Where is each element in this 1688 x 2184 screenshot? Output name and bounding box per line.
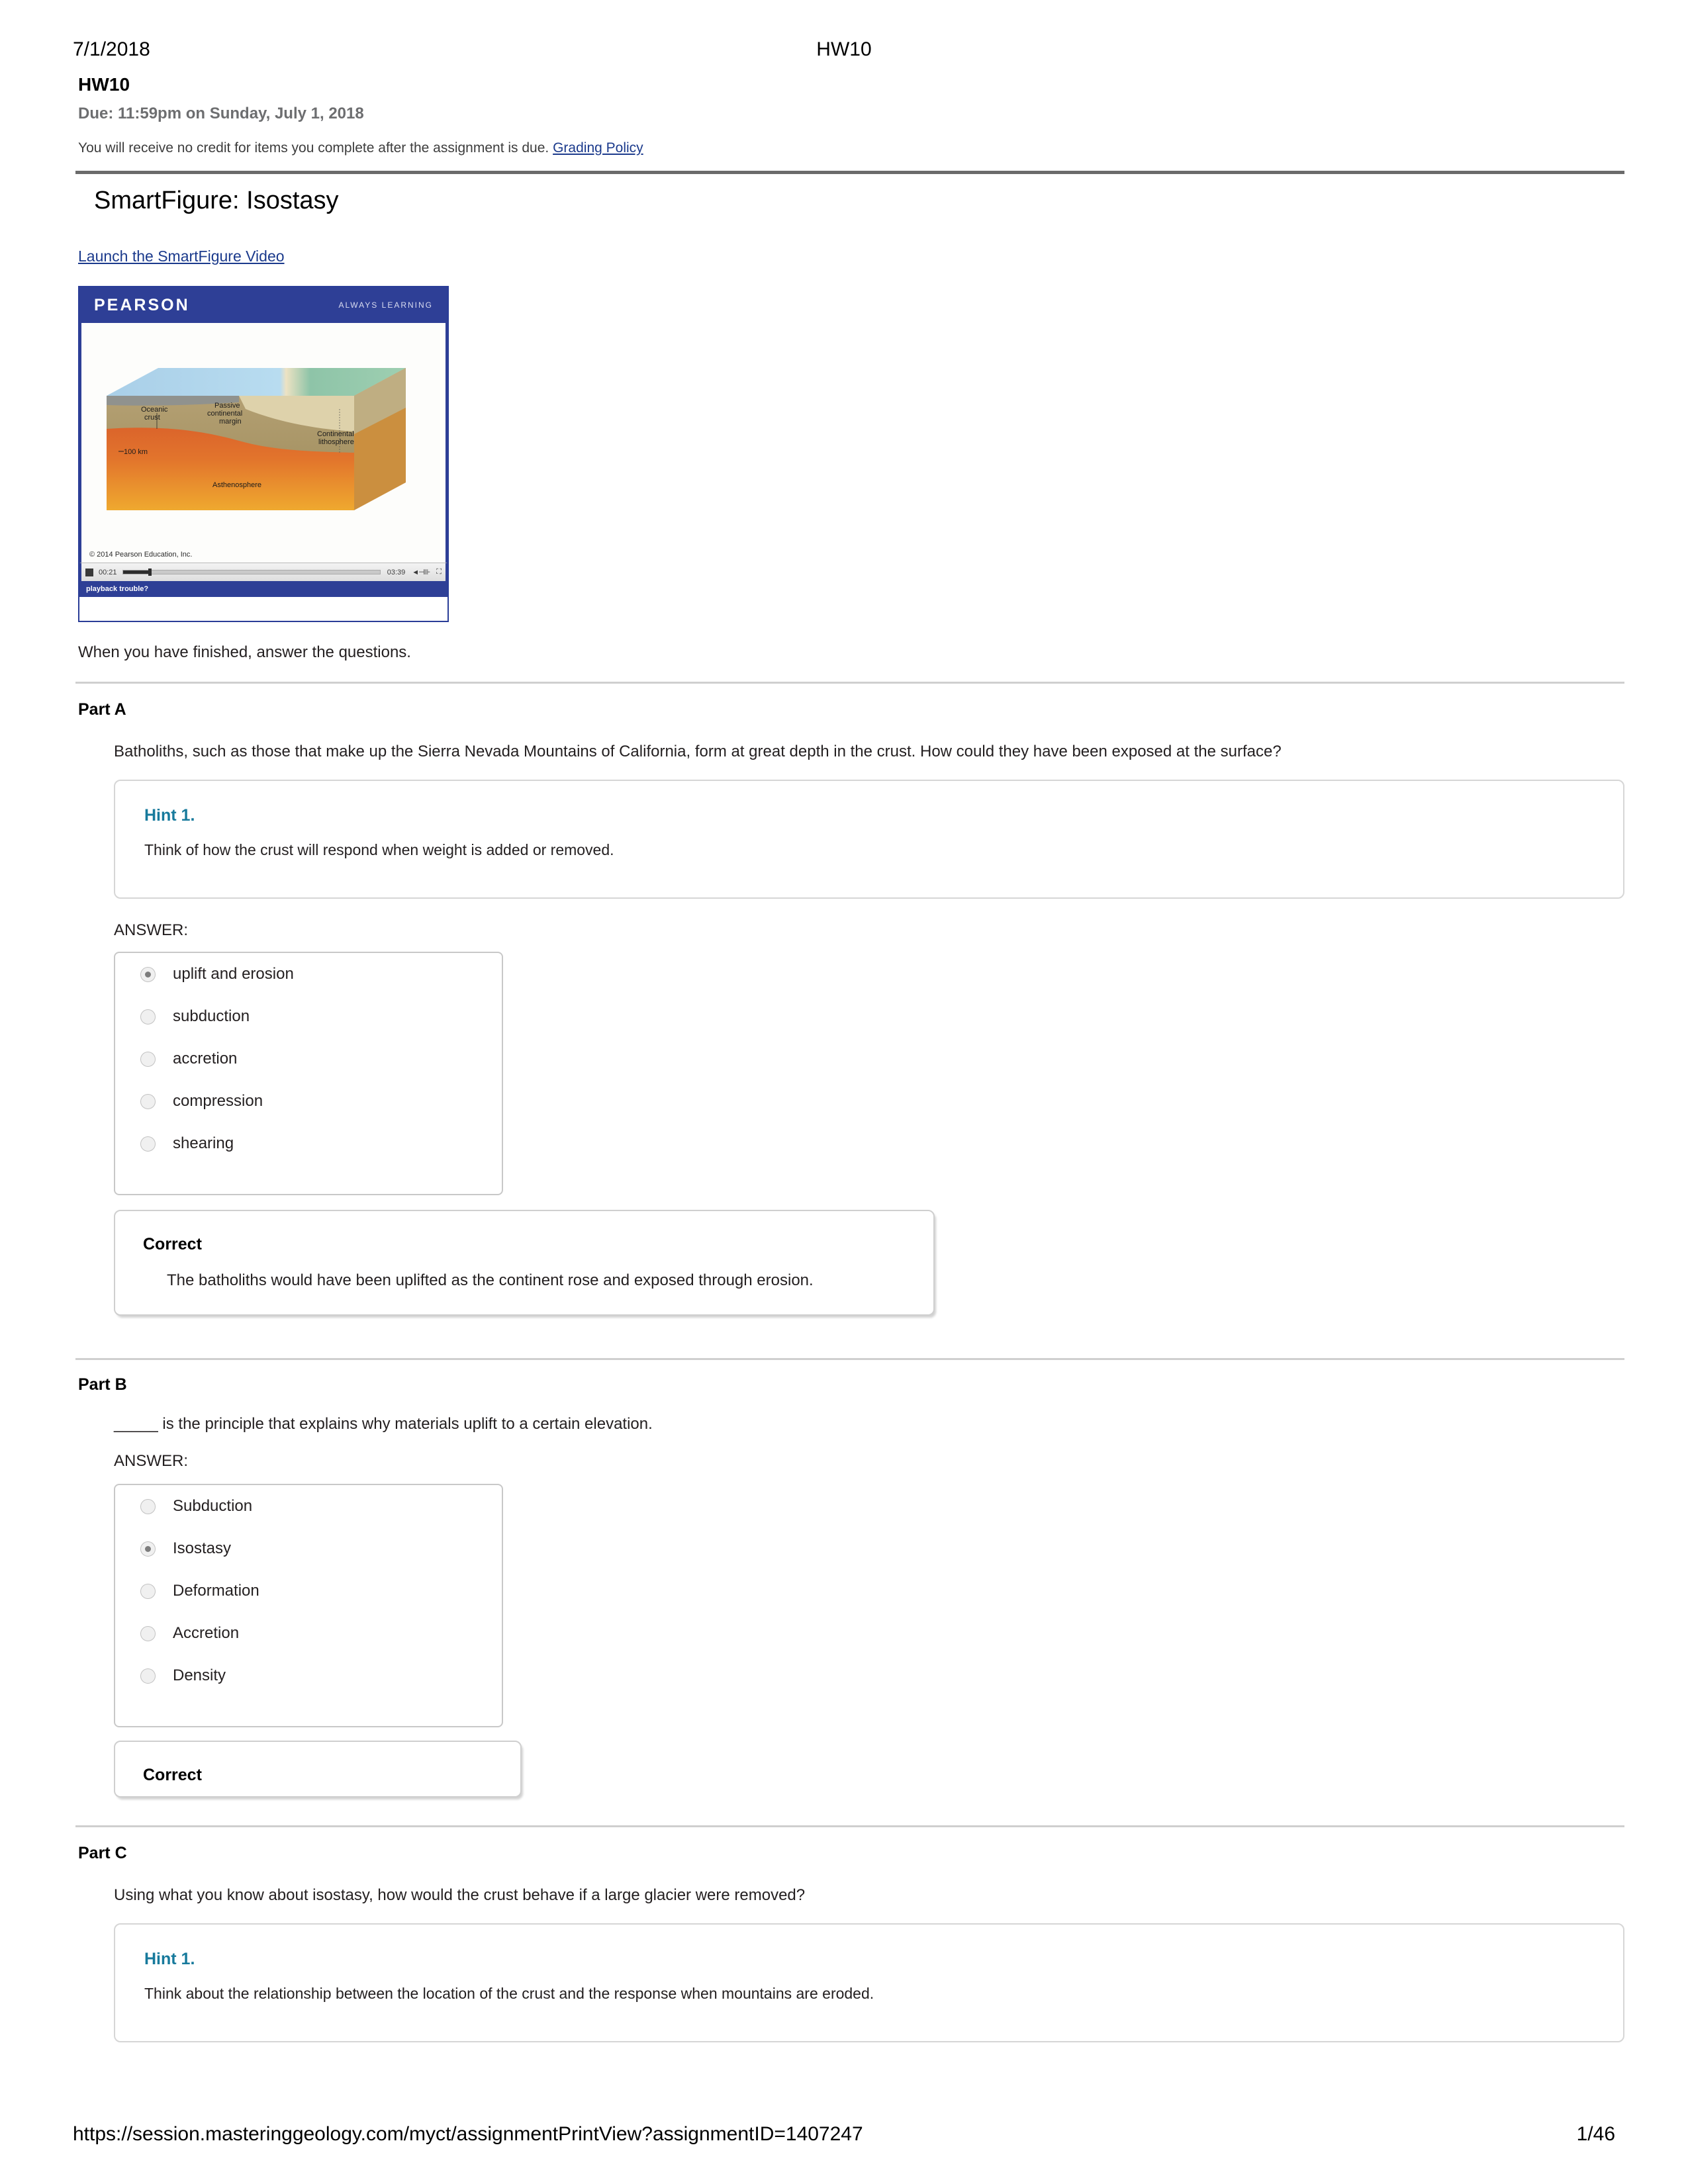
- option-label: subduction: [173, 1007, 250, 1025]
- radio-icon[interactable]: [140, 1498, 156, 1514]
- radio-icon[interactable]: [140, 966, 156, 982]
- svg-text:Passive: Passive: [214, 402, 240, 410]
- radio-icon[interactable]: [140, 1541, 156, 1557]
- assignment-policy-note: You will receive no credit for items you…: [78, 140, 1610, 156]
- option-label: uplift and erosion: [173, 965, 294, 983]
- part-a-correct-box: Correct The batholiths would have been u…: [114, 1210, 935, 1316]
- after-video-instruction: When you have finished, answer the quest…: [78, 643, 411, 661]
- option-label: Subduction: [173, 1497, 253, 1515]
- option-label: Deformation: [173, 1582, 259, 1600]
- part-b-option-1[interactable]: Isostasy: [115, 1527, 502, 1570]
- part-a-question: Batholiths, such as those that make up t…: [114, 743, 1282, 760]
- option-label: Accretion: [173, 1624, 240, 1642]
- part-b-option-4[interactable]: Density: [115, 1655, 502, 1697]
- print-footer-page: 1/46: [1576, 2123, 1615, 2145]
- option-label: Isostasy: [173, 1539, 232, 1557]
- video-brand-bar: PEARSON ALWAYS LEARNING: [79, 287, 447, 323]
- radio-icon[interactable]: [140, 1009, 156, 1024]
- svg-text:Oceanic: Oceanic: [141, 406, 168, 414]
- item-title: SmartFigure: Isostasy: [94, 187, 339, 214]
- part-a-hint-box[interactable]: Hint 1. Think of how the crust will resp…: [114, 780, 1624, 899]
- svg-text:lithosphere: lithosphere: [318, 438, 354, 446]
- fullscreen-icon[interactable]: ⛶: [436, 568, 442, 576]
- part-a-option-4[interactable]: shearing: [115, 1122, 502, 1165]
- part-a-options[interactable]: uplift and erosion subduction accretion …: [114, 952, 503, 1195]
- part-b-label: Part B: [78, 1375, 127, 1394]
- part-b-answer-label: ANSWER:: [114, 1452, 189, 1470]
- policy-text: You will receive no credit for items you…: [78, 140, 549, 156]
- video-controls[interactable]: 00:21 03:39 ◄⊣⊪ ⛶: [79, 563, 447, 581]
- part-b-option-2[interactable]: Deformation: [115, 1570, 502, 1612]
- volume-icon[interactable]: ◄⊣⊪: [412, 568, 430, 576]
- radio-icon[interactable]: [140, 1625, 156, 1641]
- part-b-option-0[interactable]: Subduction: [115, 1485, 502, 1527]
- video-stage[interactable]: Oceanic crust Passive continental margin…: [79, 323, 447, 563]
- part-b-option-3[interactable]: Accretion: [115, 1612, 502, 1655]
- print-header: 7/1/2018 HW10: [73, 38, 1615, 61]
- part-a-divider: [75, 682, 1624, 684]
- video-current-time: 00:21: [99, 568, 117, 576]
- part-a-option-2[interactable]: accretion: [115, 1038, 502, 1080]
- svg-text:Continental: Continental: [317, 430, 354, 438]
- pearson-tagline: ALWAYS LEARNING: [338, 300, 433, 310]
- part-b-divider: [75, 1358, 1624, 1360]
- part-a-option-3[interactable]: compression: [115, 1080, 502, 1122]
- print-header-date: 7/1/2018: [73, 38, 150, 60]
- header-divider: [75, 171, 1624, 174]
- video-copyright: © 2014 Pearson Education, Inc.: [89, 551, 193, 559]
- print-page: 7/1/2018 HW10 HW10 Due: 11:59pm on Sunda…: [0, 0, 1688, 2184]
- part-c-label: Part C: [78, 1844, 127, 1862]
- video-duration: 03:39: [387, 568, 406, 576]
- part-b-options[interactable]: Subduction Isostasy Deformation Accretio…: [114, 1484, 503, 1727]
- svg-text:continental: continental: [207, 410, 242, 418]
- video-progress-fill: [122, 570, 149, 574]
- option-label: compression: [173, 1092, 263, 1110]
- part-a-answer-label: ANSWER:: [114, 921, 189, 939]
- pearson-logo: PEARSON: [94, 295, 190, 314]
- part-a-hint-title: Hint 1.: [144, 806, 195, 825]
- part-c-hint-title: Hint 1.: [144, 1950, 195, 1968]
- part-a-option-1[interactable]: subduction: [115, 995, 502, 1038]
- part-c-question: Using what you know about isostasy, how …: [114, 1886, 806, 1904]
- svg-text:margin: margin: [219, 418, 242, 426]
- svg-text:Asthenosphere: Asthenosphere: [212, 481, 261, 489]
- part-a-option-0[interactable]: uplift and erosion: [115, 953, 502, 995]
- part-a-correct-title: Correct: [143, 1235, 202, 1253]
- part-a-hint-text: Think of how the crust will respond when…: [144, 841, 614, 858]
- part-c-hint-box[interactable]: Hint 1. Think about the relationship bet…: [114, 1923, 1624, 2042]
- svg-text:crust: crust: [144, 414, 160, 422]
- playback-trouble-link[interactable]: playback trouble?: [86, 585, 148, 593]
- part-b-correct-title: Correct: [143, 1766, 202, 1784]
- video-scrubber[interactable]: [122, 569, 381, 576]
- svg-text:100 km: 100 km: [124, 448, 148, 456]
- grading-policy-link[interactable]: Grading Policy: [553, 140, 643, 156]
- part-a-correct-text: The batholiths would have been uplifted …: [167, 1271, 814, 1289]
- pause-icon[interactable]: [85, 568, 93, 576]
- radio-icon[interactable]: [140, 1583, 156, 1599]
- part-b-question: _____ is the principle that explains why…: [114, 1415, 653, 1433]
- assignment-due-date: Due: 11:59pm on Sunday, July 1, 2018: [78, 105, 364, 122]
- assignment-header: HW10 Due: 11:59pm on Sunday, July 1, 201…: [78, 74, 1610, 156]
- part-c-hint-text: Think about the relationship between the…: [144, 1985, 874, 2002]
- radio-icon[interactable]: [140, 1668, 156, 1684]
- print-footer-url: https://session.masteringgeology.com/myc…: [73, 2123, 863, 2145]
- assignment-name: HW10: [78, 74, 130, 95]
- launch-smartfigure-video-link[interactable]: Launch the SmartFigure Video: [78, 248, 285, 265]
- radio-icon[interactable]: [140, 1136, 156, 1152]
- option-label: Density: [173, 1666, 226, 1684]
- print-footer: https://session.masteringgeology.com/myc…: [73, 2123, 1615, 2146]
- video-scrubber-handle[interactable]: [148, 569, 152, 576]
- print-header-title: HW10: [816, 38, 872, 60]
- part-b-correct-box: Correct: [114, 1741, 522, 1797]
- option-label: accretion: [173, 1050, 238, 1068]
- part-c-divider: [75, 1825, 1624, 1827]
- smartfigure-video-player[interactable]: PEARSON ALWAYS LEARNING Oceanic crust Pa…: [78, 286, 449, 622]
- isostasy-block-diagram: Oceanic crust Passive continental margin…: [107, 368, 406, 510]
- radio-icon[interactable]: [140, 1093, 156, 1109]
- video-footer-bar[interactable]: playback trouble?: [79, 581, 447, 597]
- part-a-label: Part A: [78, 700, 126, 719]
- radio-icon[interactable]: [140, 1051, 156, 1067]
- option-label: shearing: [173, 1134, 234, 1152]
